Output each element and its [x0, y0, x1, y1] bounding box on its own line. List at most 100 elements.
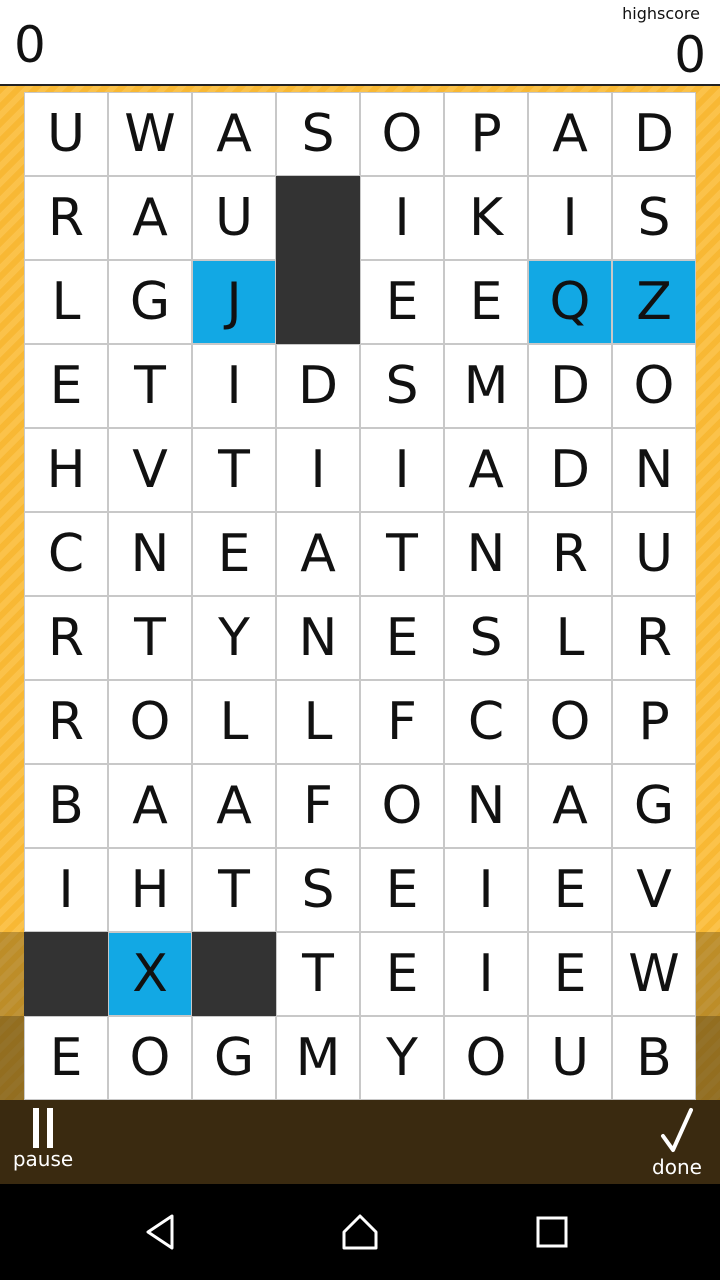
letter-tile[interactable]: I	[360, 428, 444, 512]
letter-tile[interactable]: E	[24, 1016, 108, 1100]
letter-tile[interactable]: S	[276, 848, 360, 932]
letter-tile[interactable]: M	[276, 1016, 360, 1100]
letter-tile[interactable]: E	[528, 932, 612, 1016]
letter-tile[interactable]: I	[360, 176, 444, 260]
letter-tile[interactable]: O	[444, 1016, 528, 1100]
letter-tile[interactable]: I	[24, 848, 108, 932]
letter-tile[interactable]: S	[444, 596, 528, 680]
letter-tile[interactable]: R	[24, 176, 108, 260]
letter-tile[interactable]: O	[612, 344, 696, 428]
letter-tile[interactable]: O	[360, 764, 444, 848]
letter-tile[interactable]: U	[192, 176, 276, 260]
letter-tile[interactable]: T	[360, 512, 444, 596]
letter-tile[interactable]: T	[276, 932, 360, 1016]
letter-tile[interactable]: N	[276, 596, 360, 680]
letter-tile[interactable]: G	[612, 764, 696, 848]
blocked-tile	[24, 932, 108, 1016]
home-icon[interactable]	[340, 1212, 380, 1252]
letter-tile[interactable]: D	[276, 344, 360, 428]
letter-tile[interactable]: N	[612, 428, 696, 512]
letter-tile[interactable]: L	[276, 680, 360, 764]
letter-tile[interactable]: U	[24, 92, 108, 176]
letter-tile[interactable]: E	[444, 260, 528, 344]
letter-tile[interactable]: K	[444, 176, 528, 260]
letter-tile[interactable]: U	[612, 512, 696, 596]
letter-tile[interactable]: S	[612, 176, 696, 260]
letter-tile[interactable]: S	[276, 92, 360, 176]
letter-tile[interactable]: L	[528, 596, 612, 680]
letter-tile[interactable]: L	[192, 680, 276, 764]
letter-tile[interactable]: T	[108, 596, 192, 680]
letter-tile[interactable]: Y	[360, 1016, 444, 1100]
letter-tile[interactable]: F	[360, 680, 444, 764]
letter-tile[interactable]: A	[192, 92, 276, 176]
letter-tile[interactable]: O	[528, 680, 612, 764]
letter-tile[interactable]: E	[360, 848, 444, 932]
letter-tile[interactable]: T	[192, 848, 276, 932]
letter-tile[interactable]: R	[612, 596, 696, 680]
letter-tile[interactable]: E	[360, 260, 444, 344]
letter-tile[interactable]: B	[24, 764, 108, 848]
letter-tile[interactable]: H	[24, 428, 108, 512]
letter-tile[interactable]: O	[360, 92, 444, 176]
selected-letter-tile[interactable]: Q	[528, 260, 612, 344]
letter-tile[interactable]: E	[24, 344, 108, 428]
letter-tile[interactable]: T	[192, 428, 276, 512]
letter-tile[interactable]: W	[612, 932, 696, 1016]
letter-tile[interactable]: W	[108, 92, 192, 176]
letter-tile[interactable]: A	[528, 92, 612, 176]
letter-tile[interactable]: O	[108, 680, 192, 764]
letter-tile[interactable]: T	[108, 344, 192, 428]
letter-tile[interactable]: I	[192, 344, 276, 428]
pause-button[interactable]: pause	[10, 1100, 76, 1184]
letter-tile[interactable]: N	[444, 512, 528, 596]
letter-tile[interactable]: I	[276, 428, 360, 512]
recent-apps-icon[interactable]	[532, 1212, 572, 1252]
letter-tile[interactable]: R	[528, 512, 612, 596]
letter-tile[interactable]: I	[528, 176, 612, 260]
letter-tile[interactable]: V	[612, 848, 696, 932]
letter-tile[interactable]: F	[276, 764, 360, 848]
letter-tile[interactable]: D	[528, 344, 612, 428]
letter-tile[interactable]: D	[528, 428, 612, 512]
letter-tile[interactable]: G	[108, 260, 192, 344]
selected-letter-tile[interactable]: X	[108, 932, 192, 1016]
letter-tile[interactable]: U	[528, 1016, 612, 1100]
letter-tile[interactable]: P	[444, 92, 528, 176]
letter-tile[interactable]: C	[24, 512, 108, 596]
letter-tile[interactable]: Y	[192, 596, 276, 680]
letter-tile[interactable]: B	[612, 1016, 696, 1100]
letter-tile[interactable]: A	[444, 428, 528, 512]
letter-tile[interactable]: E	[360, 932, 444, 1016]
letter-tile[interactable]: A	[276, 512, 360, 596]
letter-tile[interactable]: C	[444, 680, 528, 764]
letter-tile[interactable]: E	[192, 512, 276, 596]
letter-tile[interactable]: S	[360, 344, 444, 428]
letter-tile[interactable]: A	[528, 764, 612, 848]
letter-tile[interactable]: R	[24, 680, 108, 764]
letter-tile[interactable]: E	[360, 596, 444, 680]
letter-tile[interactable]: I	[444, 848, 528, 932]
letter-tile[interactable]: V	[108, 428, 192, 512]
letter-tile[interactable]: M	[444, 344, 528, 428]
letter-tile[interactable]: N	[108, 512, 192, 596]
letter-tile[interactable]: E	[528, 848, 612, 932]
selected-letter-tile[interactable]: J	[192, 260, 276, 344]
letter-tile[interactable]: L	[24, 260, 108, 344]
letter-tile[interactable]: P	[612, 680, 696, 764]
letter-tile[interactable]: A	[192, 764, 276, 848]
checkmark-icon	[661, 1108, 693, 1152]
selected-letter-tile[interactable]: Z	[612, 260, 696, 344]
letter-tile[interactable]: G	[192, 1016, 276, 1100]
done-label: done	[652, 1155, 702, 1179]
letter-tile[interactable]: R	[24, 596, 108, 680]
letter-tile[interactable]: O	[108, 1016, 192, 1100]
letter-tile[interactable]: A	[108, 764, 192, 848]
letter-tile[interactable]: D	[612, 92, 696, 176]
letter-tile[interactable]: A	[108, 176, 192, 260]
done-button[interactable]: done	[644, 1100, 710, 1184]
back-triangle-icon[interactable]	[140, 1212, 180, 1252]
letter-tile[interactable]: N	[444, 764, 528, 848]
letter-tile[interactable]: I	[444, 932, 528, 1016]
letter-tile[interactable]: H	[108, 848, 192, 932]
